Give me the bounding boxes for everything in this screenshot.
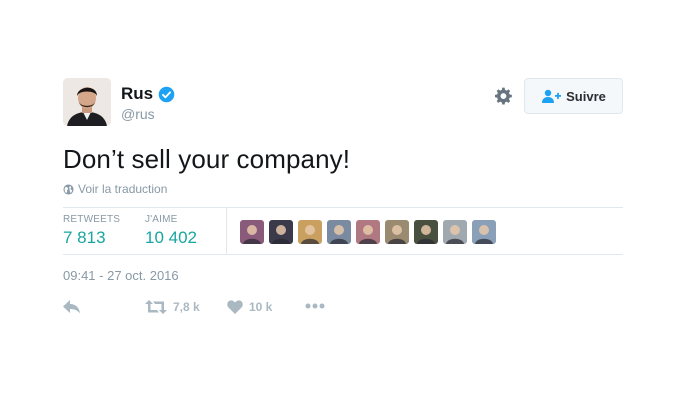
liker-avatar[interactable]: [298, 220, 322, 244]
like-button[interactable]: 10 k: [227, 300, 272, 314]
verified-icon: [158, 86, 175, 102]
retweet-icon: [145, 300, 167, 314]
stats-divider: [226, 208, 227, 254]
retweet-button[interactable]: 7,8 k: [145, 300, 200, 314]
liker-avatar[interactable]: [240, 220, 264, 244]
reply-icon: [63, 300, 80, 314]
tweet-actions: 7,8 k 10 k: [63, 300, 363, 320]
like-count: 10 k: [249, 300, 273, 314]
liker-avatar[interactable]: [443, 220, 467, 244]
liker-avatar[interactable]: [385, 220, 409, 244]
retweets-stat[interactable]: RETWEETS 7 813: [63, 214, 120, 248]
liker-avatar[interactable]: [414, 220, 438, 244]
user-handle[interactable]: @rus: [121, 106, 155, 122]
avatar[interactable]: [63, 78, 111, 126]
likes-label: J'AIME: [145, 214, 178, 225]
liker-avatar[interactable]: [472, 220, 496, 244]
add-user-icon: [542, 89, 562, 103]
gear-icon[interactable]: [493, 86, 513, 106]
user-name-row: Rus: [121, 84, 175, 104]
likes-value: 10 402: [145, 228, 197, 247]
translate-label: Voir la traduction: [78, 182, 168, 196]
tweet-stats: RETWEETS 7 813 J'AIME 10 402: [63, 207, 623, 255]
user-name[interactable]: Rus: [121, 84, 153, 104]
likes-stat[interactable]: J'AIME 10 402: [145, 214, 197, 248]
retweets-label: RETWEETS: [63, 214, 121, 225]
liker-avatar[interactable]: [356, 220, 380, 244]
likers-list: [240, 220, 501, 244]
translate-link[interactable]: Voir la traduction: [63, 182, 167, 196]
follow-label: Suivre: [566, 88, 606, 104]
retweet-count: 7,8 k: [173, 300, 200, 314]
more-icon: [305, 303, 325, 309]
liker-avatar[interactable]: [327, 220, 351, 244]
follow-button[interactable]: Suivre: [524, 78, 623, 114]
reply-button[interactable]: [63, 300, 81, 314]
tweet-timestamp[interactable]: 09:41 - 27 oct. 2016: [63, 268, 179, 283]
globe-icon: [63, 183, 74, 195]
retweets-value: 7 813: [63, 228, 106, 247]
heart-icon: [227, 300, 243, 314]
more-button[interactable]: [305, 303, 325, 309]
liker-avatar[interactable]: [269, 220, 293, 244]
tweet-card: Rus @rus Suivre Don’t sell your company!…: [63, 78, 623, 338]
tweet-text: Don’t sell your company!: [63, 144, 351, 174]
